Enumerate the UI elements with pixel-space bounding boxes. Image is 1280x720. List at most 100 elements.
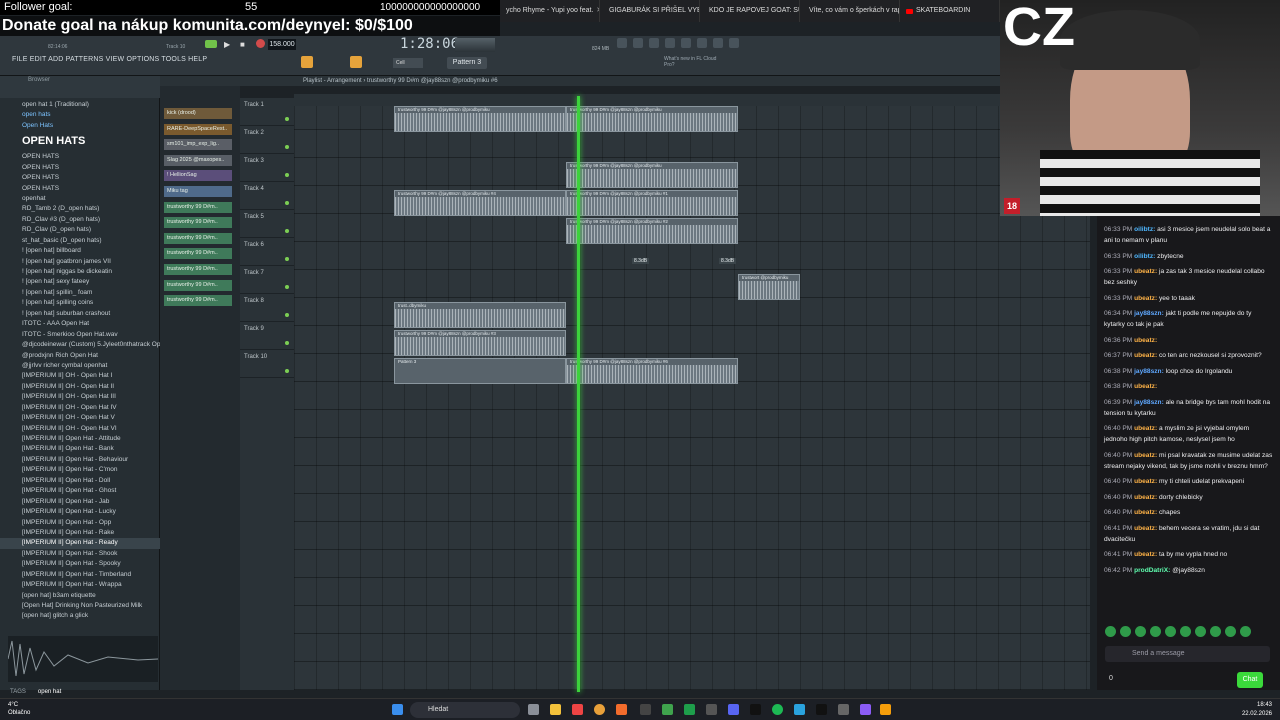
channel-button[interactable]: Miku tag — [164, 186, 232, 197]
chat-username[interactable]: ubeatz: — [1134, 383, 1157, 390]
audio-clip[interactable]: trustworthy 99 D#m @jay88szn @prodbymiku… — [566, 218, 738, 244]
telegram-icon[interactable] — [794, 704, 805, 715]
browser-item[interactable] — [0, 142, 160, 152]
browser-item[interactable]: OPEN HATS — [0, 184, 160, 194]
browser-item[interactable]: ! [open hat] billboard — [0, 246, 160, 256]
browser-item[interactable] — [0, 131, 160, 141]
browser-item[interactable]: [IMPERIUM II] Open Hat - Doll — [0, 476, 160, 486]
track-enable-led[interactable] — [285, 201, 289, 205]
start-icon[interactable] — [392, 704, 403, 715]
pattern-song-toggle[interactable] — [205, 40, 217, 48]
channel-button[interactable]: trustworthy 99 D#m.. — [164, 201, 232, 213]
channel-button[interactable]: trustworthy 99 D#m.. — [164, 232, 232, 244]
track-header[interactable]: Track 7 — [240, 266, 294, 294]
browser-tab[interactable]: SKATEBOARDIN — [900, 0, 1000, 22]
track-header[interactable]: Track 6 — [240, 238, 294, 266]
channel-button[interactable]: trustworthy 99 D#m.. — [164, 217, 232, 229]
weather-widget[interactable]: 4°C Oblačno — [8, 701, 30, 717]
browser-item[interactable]: [IMPERIUM II] Open Hat - Ready — [0, 538, 160, 549]
track-enable-led[interactable] — [285, 369, 289, 373]
toolbar-button[interactable] — [617, 38, 627, 48]
audio-clip[interactable]: trust..dbymiku — [394, 302, 566, 328]
app-icon[interactable] — [572, 704, 583, 715]
tags-bar[interactable]: TAGS open hat — [0, 686, 160, 698]
track-enable-led[interactable] — [285, 257, 289, 261]
browser-item[interactable]: OPEN HATS — [0, 152, 160, 162]
browser-item[interactable]: open hats — [0, 110, 160, 120]
browser-item[interactable]: [IMPERIUM II] Open Hat - Ghost — [0, 486, 160, 496]
browser-item[interactable]: ! [open hat] spilling coins — [0, 298, 160, 308]
browser-item[interactable]: ! [open hat] spillin_ foam — [0, 288, 160, 298]
browser-item[interactable]: [IMPERIUM II] Open Hat - Timberland — [0, 570, 160, 580]
channel-button[interactable]: trustworthy 99 D#m.. — [164, 295, 232, 307]
playhead[interactable] — [577, 96, 580, 692]
browser-item[interactable]: [IMPERIUM II] Open Hat - Lucky — [0, 507, 160, 517]
chat-username[interactable]: ubeatz: — [1134, 452, 1157, 459]
playlist-tool-icon[interactable] — [301, 56, 313, 68]
browser-item[interactable]: [IMPERIUM II] Open Hat - Attitude — [0, 434, 160, 444]
track-enable-led[interactable] — [285, 341, 289, 345]
chrome-icon[interactable] — [594, 704, 605, 715]
chat-username[interactable]: ubeatz: — [1134, 295, 1157, 302]
chat-username[interactable]: ubeatz: — [1134, 352, 1157, 359]
tags-filter-value[interactable]: open hat — [38, 689, 61, 695]
tempo-display[interactable]: 158.000 — [268, 39, 296, 50]
audio-clip[interactable]: trustworthy 99 D#m @jay88szn @prodbymiku… — [566, 190, 738, 216]
snap-select[interactable]: Cell — [393, 58, 423, 68]
channel-button[interactable]: sm101_imp_exp_lig.. — [164, 139, 232, 151]
browser-tab[interactable]: Víte, co vám o šperkách v rap✕ — [800, 0, 900, 22]
browser-item[interactable]: [IMPERIUM II] OH - Open Hat II — [0, 382, 160, 392]
track-header[interactable]: Track 4 — [240, 182, 294, 210]
track-enable-led[interactable] — [285, 229, 289, 233]
browser-item[interactable]: [IMPERIUM II] Open Hat - Bank — [0, 444, 160, 454]
browser-item[interactable]: [IMPERIUM II] OH - Open Hat III — [0, 392, 160, 402]
browser-item[interactable]: ! [open hat] goatbron james VII — [0, 257, 160, 267]
chat-username[interactable]: oilibtz: — [1134, 253, 1155, 260]
browser-tab[interactable]: KDO JE RAPOVEJ GOAT: SUPA✕ — [700, 0, 800, 22]
channel-button[interactable]: ! HellionSag — [164, 170, 232, 182]
browser-item[interactable]: RD_Clav (D_open hats) — [0, 225, 160, 235]
toolbar-button[interactable] — [633, 38, 643, 48]
chat-username[interactable]: ubeatz: — [1134, 478, 1157, 485]
app-icon[interactable] — [662, 704, 673, 715]
excel-icon[interactable] — [684, 704, 695, 715]
tiktok-icon[interactable] — [816, 704, 827, 715]
chat-username[interactable]: ubeatz: — [1134, 268, 1157, 275]
task-view-icon[interactable] — [528, 704, 539, 715]
chat-username[interactable]: jay88szn: — [1134, 310, 1164, 317]
browser-item[interactable]: [open hat] b3am etiquette — [0, 591, 160, 601]
channel-button[interactable]: trustworthy 99 D#m.. — [164, 279, 232, 291]
browser-item[interactable]: [open hat] glitch a glick — [0, 611, 160, 621]
browser-item[interactable]: openhat — [0, 194, 160, 204]
browser-tab[interactable]: GIGABURÁK SI PŘIŠEL VYBRAT✕ — [600, 0, 700, 22]
toolbar-button[interactable] — [681, 38, 691, 48]
toolbar-button[interactable] — [729, 38, 739, 48]
audio-clip[interactable]: trustworthy 99 D#m @jay88szn @prodbymiku — [394, 106, 566, 132]
chat-username[interactable]: ubeatz: — [1134, 509, 1157, 516]
browser-tab[interactable]: ycho Rhyme - Yupi yoo feat.✕ — [500, 0, 600, 22]
browser-item[interactable]: ITOTC - AAA Open Hat — [0, 319, 160, 329]
browser-item[interactable]: RD_Clav #3 (D_open hats) — [0, 215, 160, 225]
chat-username[interactable]: ubeatz: — [1134, 494, 1157, 501]
pattern-selector[interactable]: Pattern 3 — [447, 57, 487, 69]
track-header[interactable]: Track 8 — [240, 294, 294, 322]
timeline-ruler[interactable] — [294, 94, 1000, 106]
track-header[interactable]: Track 3 — [240, 154, 294, 182]
app-icon[interactable] — [880, 704, 891, 715]
browser-item[interactable]: ! [open hat] niggas be dickeatin — [0, 267, 160, 277]
system-clock[interactable]: 18:43 22.02.2026 — [1242, 701, 1272, 719]
taskbar-search[interactable]: Hledat — [410, 702, 520, 718]
chat-username[interactable]: oilibtz: — [1134, 226, 1155, 233]
audio-clip[interactable]: trustworthy 99 D#m @jay88szn @prodbymiku… — [566, 358, 738, 384]
playlist-grid[interactable]: trustworthy 99 D#m @jay88szn @prodbymiku… — [294, 106, 1090, 690]
audio-clip[interactable]: trustworthy 99 D#m @jay88szn @prodbymiku… — [394, 330, 566, 356]
browser-item[interactable]: [IMPERIUM II] Open Hat - Wrappa — [0, 580, 160, 590]
channel-button[interactable]: trustworthy 99 D#m.. — [164, 264, 232, 275]
pencil-tool-icon[interactable] — [350, 56, 362, 68]
audio-clip[interactable]: trustworthy 99 D#m @jay88szn @prodbymiku — [566, 106, 738, 132]
browser-item[interactable]: [IMPERIUM II] Open Hat - Jab — [0, 497, 160, 507]
chat-username[interactable]: jay88szn: — [1134, 368, 1164, 375]
browser-item[interactable]: st_hat_basic (D_open hats) — [0, 236, 160, 246]
chat-username[interactable]: ubeatz: — [1134, 525, 1157, 532]
browser-item[interactable]: [IMPERIUM II] Open Hat - Opp — [0, 518, 160, 528]
